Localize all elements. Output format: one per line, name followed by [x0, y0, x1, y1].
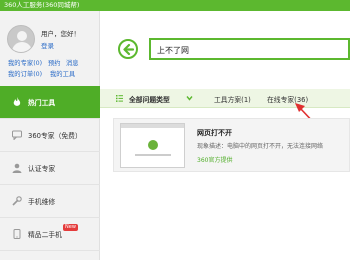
chat-icon — [12, 130, 22, 140]
sidebar-item-hot-tools[interactable]: 热门工具 — [0, 86, 100, 119]
search-value: 上不了网 — [157, 46, 189, 55]
my-tools-link[interactable]: 我的工具 — [50, 69, 75, 78]
sidebar-item-label: 热门工具 — [28, 99, 56, 107]
thumbnail-line — [135, 154, 171, 156]
fire-icon — [13, 97, 21, 106]
my-experts-link[interactable]: 我的专家(0) — [8, 58, 42, 67]
messages-link[interactable]: 消息 — [66, 58, 79, 67]
arrow-left-icon — [123, 43, 135, 56]
chevron-down-icon[interactable] — [186, 95, 193, 101]
sidebar-item-certified-experts[interactable]: 认证专家 — [0, 152, 100, 185]
wrench-icon — [12, 196, 22, 206]
new-badge: New — [63, 224, 78, 231]
title-bar: 360人工服务(360同城帮) — [0, 0, 350, 11]
sidebar-item-label: 认证专家 — [28, 165, 56, 173]
person-icon — [12, 163, 22, 173]
appointment-link[interactable]: 预约 — [48, 58, 61, 67]
user-panel: 用户，您好！ 登录 我的专家(0) 预约 消息 我的订单(0) 我的工具 — [0, 11, 100, 86]
back-button[interactable] — [118, 39, 138, 59]
window-title: 360人工服务(360同城帮) — [4, 1, 80, 9]
phone-icon — [13, 229, 21, 239]
my-orders-link[interactable]: 我的订单(0) — [8, 69, 42, 78]
sidebar-item-label: 360专家（免费） — [28, 132, 82, 140]
sidebar-item-used-phones[interactable]: 精品二手机 New — [0, 218, 100, 251]
tab-all-problem-types[interactable]: 全部问题类型 — [129, 94, 170, 104]
login-link[interactable]: 登录 — [41, 40, 54, 50]
user-greeting: 用户，您好！ — [41, 30, 80, 38]
avatar-body — [12, 42, 32, 52]
avatar-head — [17, 31, 27, 41]
result-description: 现象描述：电脑中的网页打不开，无法连接网络 — [197, 143, 324, 150]
result-title[interactable]: 网页打不开 — [197, 128, 232, 138]
avatar[interactable] — [7, 25, 35, 53]
result-thumbnail — [120, 123, 185, 168]
thumbnail-logo-icon — [148, 140, 158, 150]
sidebar-item-label: 手机维修 — [28, 198, 56, 206]
result-source: 360官方提供 — [197, 157, 233, 164]
sidebar-item-360-experts[interactable]: 360专家（免费） — [0, 119, 100, 152]
sidebar-item-label: 精品二手机 — [28, 231, 62, 239]
result-card[interactable]: 网页打不开 现象描述：电脑中的网页打不开，无法连接网络 360官方提供 — [113, 118, 350, 172]
tab-tool-solutions[interactable]: 工具方案(1) — [214, 94, 251, 104]
list-icon — [116, 95, 123, 102]
search-input[interactable]: 上不了网 — [149, 38, 350, 60]
sidebar-item-phone-repair[interactable]: 手机维修 — [0, 185, 100, 218]
sidebar: 用户，您好！ 登录 我的专家(0) 预约 消息 我的订单(0) 我的工具 热门工… — [0, 11, 100, 260]
thumbnail-bar — [121, 124, 184, 128]
